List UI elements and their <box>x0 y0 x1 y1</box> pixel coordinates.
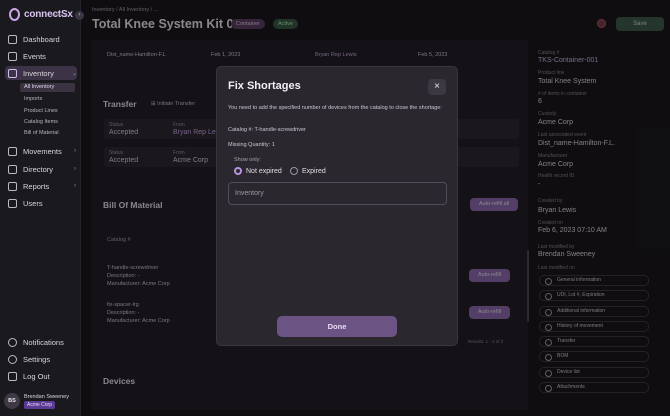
nav-inventory[interactable]: Inventory ⌄ <box>5 66 77 80</box>
chevron-down-icon: ⌄ <box>71 70 77 77</box>
subnav-bill-of-material[interactable]: Bill of Material <box>24 130 59 136</box>
nav-dashboard[interactable]: Dashboard <box>8 33 76 45</box>
radio-label: Not expired <box>246 167 282 175</box>
user-profile[interactable]: BS Brendan Sweeney Acme Corp <box>4 391 77 411</box>
radio-expired[interactable]: Expired <box>290 167 326 175</box>
nav-label: Users <box>23 198 43 208</box>
subnav-product-lines[interactable]: Product Lines <box>24 108 58 114</box>
inventory-input[interactable]: Inventory <box>228 182 447 205</box>
org-badge: Acme Corp <box>24 400 56 409</box>
done-button[interactable]: Done <box>277 316 397 337</box>
catalog-line: Catalog #: T-handle-screwdriver <box>228 127 306 133</box>
nav-movements[interactable]: Movements › <box>8 145 76 157</box>
bell-icon <box>8 337 17 347</box>
nav-label: Movements <box>23 146 62 156</box>
missing-quantity: Missing Quantity: 1 <box>228 142 275 148</box>
dialog-title: Fix Shortages <box>228 80 301 92</box>
nav-logout[interactable]: Log Out <box>8 370 76 382</box>
nav-label: Settings <box>23 354 51 364</box>
chevron-right-icon: › <box>74 166 76 172</box>
box-icon <box>8 68 17 78</box>
chevron-right-icon: › <box>74 148 76 154</box>
logo-icon <box>9 8 20 21</box>
gear-icon <box>8 354 17 364</box>
calendar-icon <box>8 51 17 61</box>
directory-icon <box>8 164 17 174</box>
nav-users[interactable]: Users <box>8 197 76 209</box>
subnav-all-inventory[interactable]: All Inventory <box>20 83 75 92</box>
nav-directory[interactable]: Directory › <box>8 163 76 175</box>
radio-label: Expired <box>302 167 326 175</box>
nav-events[interactable]: Events <box>8 50 76 62</box>
avatar: BS <box>4 393 20 409</box>
radio-not-expired[interactable]: Not expired <box>234 167 282 175</box>
logo-subtitle: ART OF SX <box>52 13 68 17</box>
nav-label: Inventory <box>23 68 54 78</box>
nav-label: Reports <box>23 181 50 191</box>
nav-label: Events <box>23 51 46 61</box>
reports-icon <box>8 181 17 191</box>
collapse-sidebar-icon[interactable]: ‹ <box>75 11 84 20</box>
user-name: Brendan Sweeney <box>24 393 69 400</box>
nav-settings[interactable]: Settings <box>8 353 76 365</box>
chevron-right-icon: › <box>74 183 76 189</box>
subnav-imports[interactable]: Imports <box>24 96 42 102</box>
dialog-description: You need to add the specified number of … <box>228 105 442 111</box>
nav-label: Directory <box>23 164 54 174</box>
nav-reports[interactable]: Reports › <box>8 180 76 192</box>
nav-label: Dashboard <box>23 34 60 44</box>
radio-unselected-icon <box>290 167 298 175</box>
fix-shortages-dialog: Fix Shortages × You need to add the spec… <box>216 66 458 346</box>
users-icon <box>8 198 17 208</box>
dashboard-icon <box>8 34 17 44</box>
nav-notifications[interactable]: Notifications <box>8 336 76 348</box>
show-only-label: Show only: <box>234 157 261 163</box>
subnav-catalog-items[interactable]: Catalog Items <box>24 119 58 125</box>
logout-icon <box>8 371 17 381</box>
movements-icon <box>8 146 17 156</box>
nav-label: Log Out <box>23 371 50 381</box>
sidebar: connectSx ART OF SX Dashboard Events Inv… <box>0 0 81 416</box>
radio-selected-icon <box>234 167 242 175</box>
close-icon[interactable]: × <box>428 79 446 95</box>
nav-label: Notifications <box>23 337 64 347</box>
